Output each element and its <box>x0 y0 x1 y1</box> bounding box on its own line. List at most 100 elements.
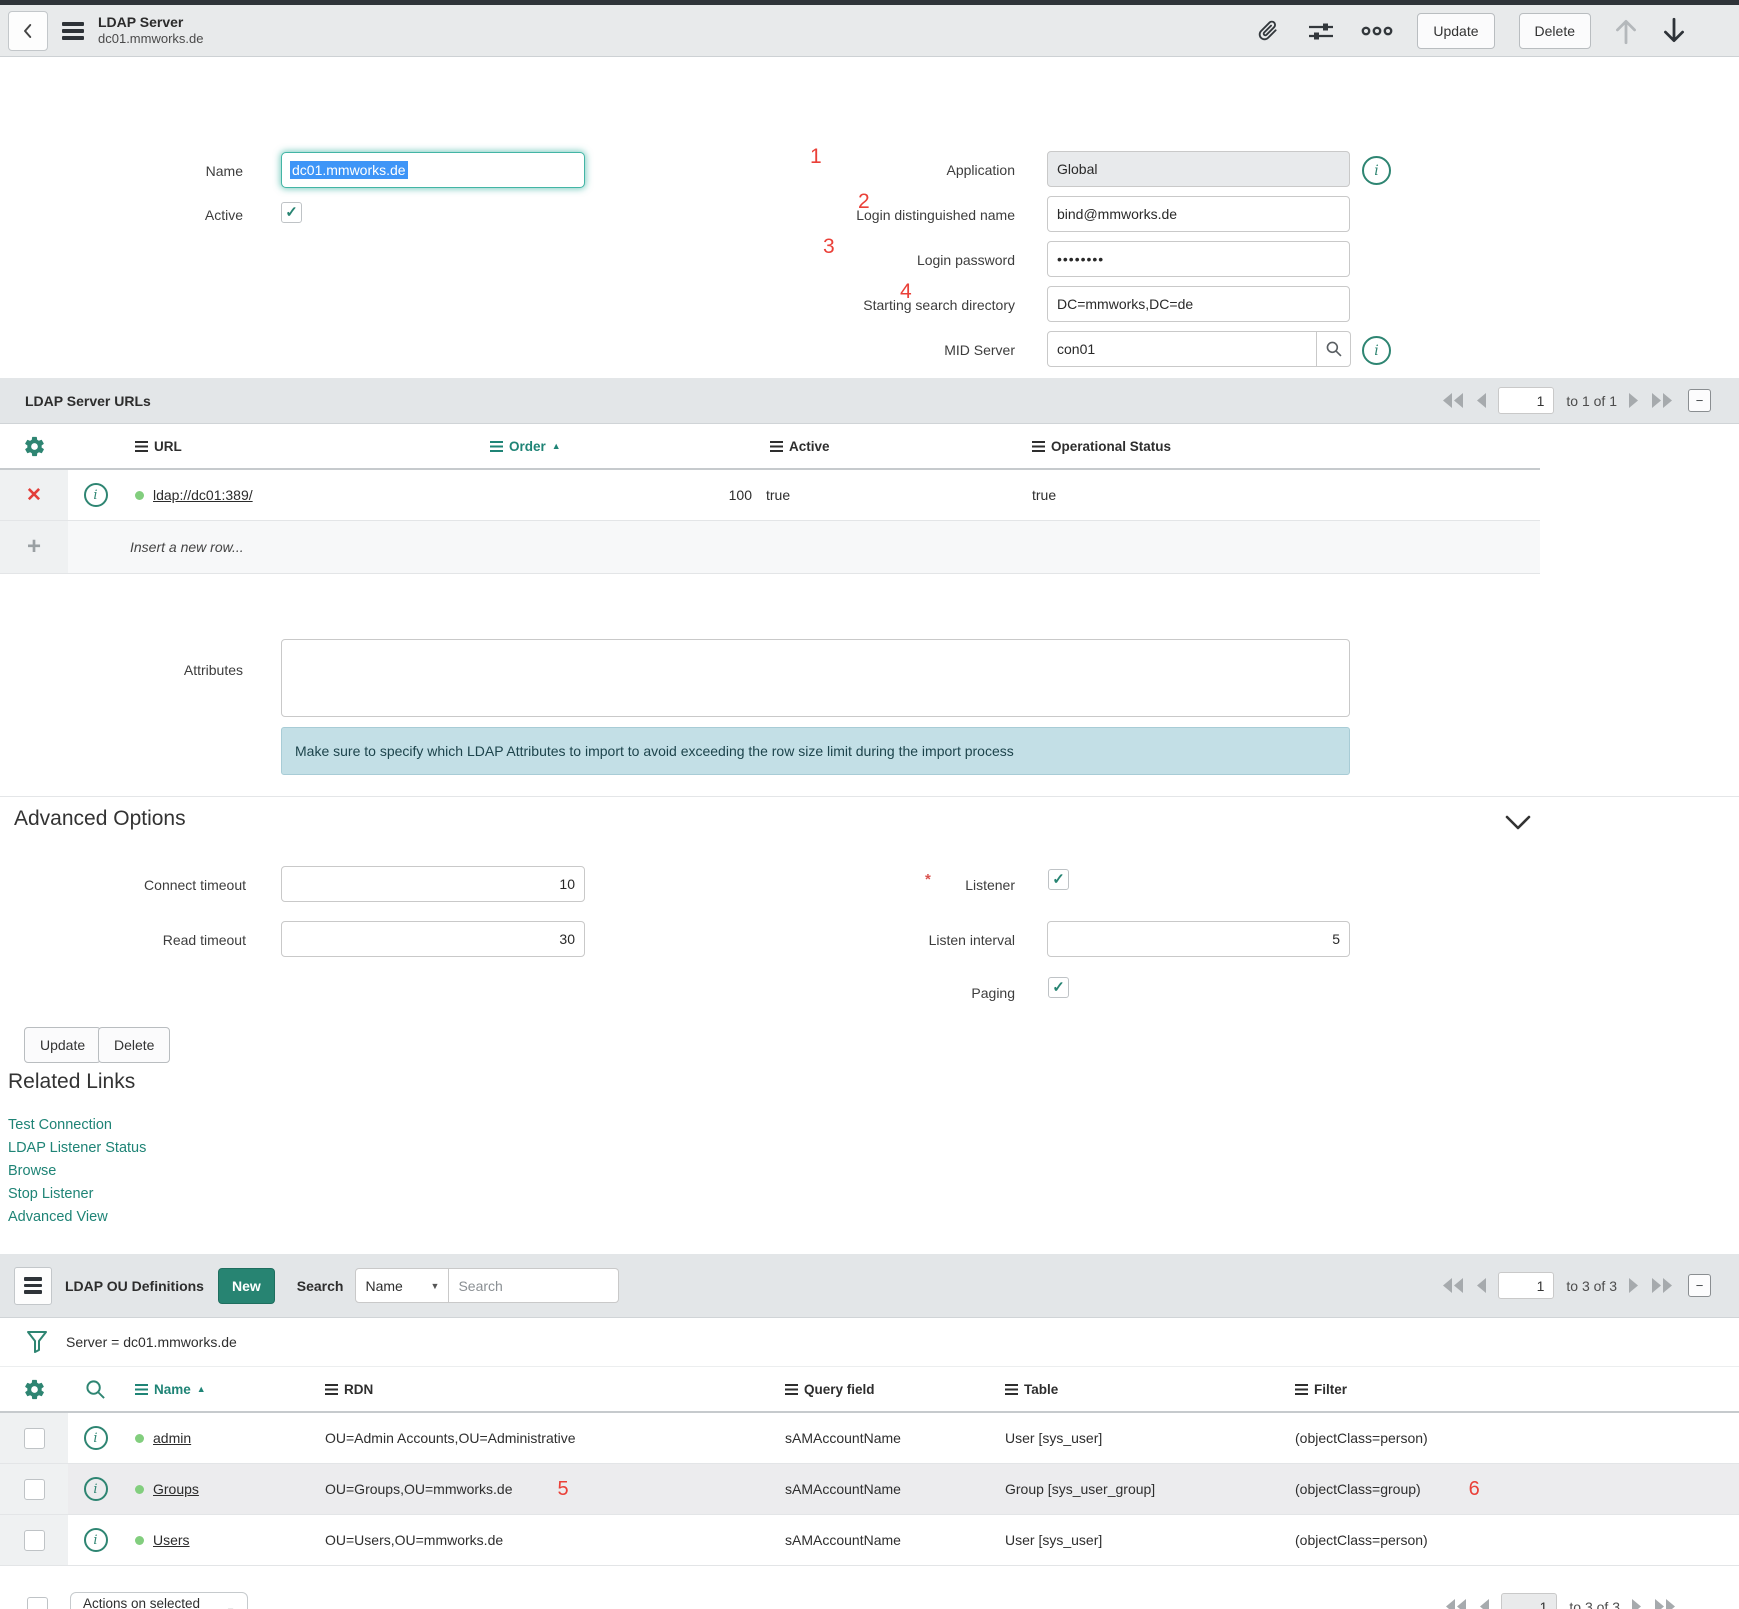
ou-col-filter[interactable]: Filter <box>1283 1367 1739 1411</box>
filter-breadcrumb[interactable]: Server = dc01.mmworks.de <box>66 1334 237 1350</box>
listener-label: Listener <box>700 875 1015 895</box>
read-timeout-input[interactable] <box>281 921 585 957</box>
mid-server-input[interactable] <box>1047 331 1317 367</box>
connect-timeout-input[interactable] <box>281 866 585 902</box>
more-options-button[interactable] <box>1361 24 1393 38</box>
ou-filter-value: (objectClass=group) <box>1295 1481 1421 1497</box>
personalize-form-button[interactable] <box>1307 18 1335 44</box>
login-password-input[interactable] <box>1047 241 1350 277</box>
add-row-icon[interactable]: + <box>27 535 41 559</box>
record-status-dot-icon <box>135 1434 144 1443</box>
last-page-icon[interactable] <box>1654 1599 1675 1609</box>
header-update-button[interactable]: Update <box>1417 13 1494 49</box>
ou-name-link[interactable]: admin <box>153 1430 191 1446</box>
prev-page-icon[interactable] <box>1476 1278 1486 1293</box>
ou-name-link[interactable]: Users <box>153 1532 190 1548</box>
form-header: LDAP Server dc01.mmworks.de Update Delet… <box>0 5 1739 57</box>
insert-new-row[interactable]: + Insert a new row... <box>0 521 1540 574</box>
ou-col-rdn[interactable]: RDN <box>313 1367 773 1411</box>
new-button[interactable]: New <box>218 1268 275 1304</box>
ou-gear-button[interactable] <box>0 1367 68 1411</box>
url-active-value: true <box>758 470 1020 520</box>
column-menu-icon <box>1005 1384 1018 1395</box>
urls-col-order[interactable]: Order▲ <box>478 424 758 468</box>
list-filter-row: Server = dc01.mmworks.de <box>0 1318 1739 1367</box>
paging-checkbox[interactable] <box>1048 977 1069 998</box>
next-page-icon[interactable] <box>1629 1278 1639 1293</box>
delete-row-icon[interactable]: ✕ <box>26 486 42 505</box>
minimize-list-icon[interactable]: − <box>1688 1274 1711 1297</box>
search-directory-input[interactable] <box>1047 286 1350 322</box>
ou-table-header: Name▲ RDN Query field Table Filter <box>0 1367 1739 1413</box>
last-page-icon[interactable] <box>1651 1278 1672 1293</box>
url-link[interactable]: ldap://dc01:389/ <box>153 487 253 503</box>
ou-col-table[interactable]: Table <box>993 1367 1283 1411</box>
mid-server-info-icon[interactable]: i <box>1362 336 1391 365</box>
mid-server-lookup-button[interactable] <box>1317 331 1351 367</box>
ou-pagination: to 3 of 3 − <box>1443 1272 1711 1299</box>
back-button[interactable] <box>8 11 48 51</box>
ou-table-value: User [sys_user] <box>993 1413 1283 1463</box>
select-all-checkbox[interactable] <box>27 1597 48 1609</box>
urls-col-active[interactable]: Active <box>758 424 1020 468</box>
first-page-icon[interactable] <box>1443 1278 1464 1293</box>
list-search-input[interactable] <box>449 1268 619 1303</box>
urls-page-input[interactable] <box>1498 387 1554 414</box>
ou-filter-value: (objectClass=person) <box>1283 1515 1739 1565</box>
last-page-icon[interactable] <box>1651 393 1672 408</box>
related-link-browse[interactable]: Browse <box>8 1160 146 1183</box>
urls-gear-button[interactable] <box>0 424 68 468</box>
row-info-icon[interactable]: i <box>84 1528 108 1552</box>
actions-on-rows-select[interactable]: Actions on selected rows... ▼ <box>70 1592 248 1609</box>
application-info-icon[interactable]: i <box>1362 156 1391 185</box>
first-page-icon[interactable] <box>1443 393 1464 408</box>
ou-row-users: i Users OU=Users,OU=mmworks.de sAMAccoun… <box>0 1515 1739 1566</box>
header-delete-button[interactable]: Delete <box>1519 13 1591 49</box>
attachment-button[interactable] <box>1255 18 1281 44</box>
attributes-textarea[interactable] <box>281 639 1350 717</box>
ou-list-menu-button[interactable] <box>14 1267 52 1305</box>
scroll-down-button[interactable] <box>1661 16 1687 46</box>
ou-page-input[interactable] <box>1498 1272 1554 1299</box>
scroll-up-button[interactable] <box>1613 16 1639 46</box>
ou-row-admin: i admin OU=Admin Accounts,OU=Administrat… <box>0 1413 1739 1464</box>
filter-funnel-icon[interactable] <box>26 1330 48 1354</box>
related-link-ldap-listener-status[interactable]: LDAP Listener Status <box>8 1137 146 1160</box>
row-info-icon[interactable]: i <box>84 483 108 507</box>
column-menu-icon <box>325 1384 338 1395</box>
ou-name-link[interactable]: Groups <box>153 1481 199 1497</box>
related-link-stop-listener[interactable]: Stop Listener <box>8 1183 146 1206</box>
row-checkbox[interactable] <box>24 1530 45 1551</box>
ou-col-query[interactable]: Query field <box>773 1367 993 1411</box>
row-checkbox[interactable] <box>24 1428 45 1449</box>
urls-col-url[interactable]: URL <box>123 424 478 468</box>
minimize-list-icon[interactable]: − <box>1688 389 1711 412</box>
row-checkbox[interactable] <box>24 1479 45 1500</box>
prev-page-icon[interactable] <box>1476 393 1486 408</box>
related-link-advanced-view[interactable]: Advanced View <box>8 1206 146 1229</box>
login-dn-input[interactable] <box>1047 196 1350 232</box>
listen-interval-input[interactable] <box>1047 921 1350 957</box>
listener-checkbox[interactable] <box>1048 869 1069 890</box>
ou-bottom-page-input[interactable] <box>1501 1593 1557 1609</box>
urls-col-status[interactable]: Operational Status <box>1020 424 1540 468</box>
name-input[interactable]: dc01.mmworks.de <box>281 152 585 188</box>
next-page-icon[interactable] <box>1629 393 1639 408</box>
search-field-select[interactable]: Name ▼ <box>355 1268 449 1303</box>
row-info-icon[interactable]: i <box>84 1477 108 1501</box>
collapse-section-chevron-icon[interactable] <box>1504 814 1532 831</box>
update-button[interactable]: Update <box>24 1027 101 1063</box>
row-info-icon[interactable]: i <box>84 1426 108 1450</box>
column-menu-icon <box>135 1384 148 1395</box>
active-checkbox[interactable] <box>281 202 302 223</box>
prev-page-icon[interactable] <box>1479 1599 1489 1609</box>
column-menu-icon <box>135 441 148 452</box>
first-page-icon[interactable] <box>1446 1599 1467 1609</box>
related-link-test-connection[interactable]: Test Connection <box>8 1114 146 1137</box>
next-page-icon[interactable] <box>1632 1599 1642 1609</box>
ou-rdn-value: OU=Admin Accounts,OU=Administrative <box>313 1413 773 1463</box>
form-context-menu-icon[interactable] <box>62 22 84 40</box>
ou-col-name[interactable]: Name▲ <box>123 1367 313 1411</box>
ou-search-rows-button[interactable] <box>68 1367 123 1411</box>
delete-button[interactable]: Delete <box>98 1027 170 1063</box>
